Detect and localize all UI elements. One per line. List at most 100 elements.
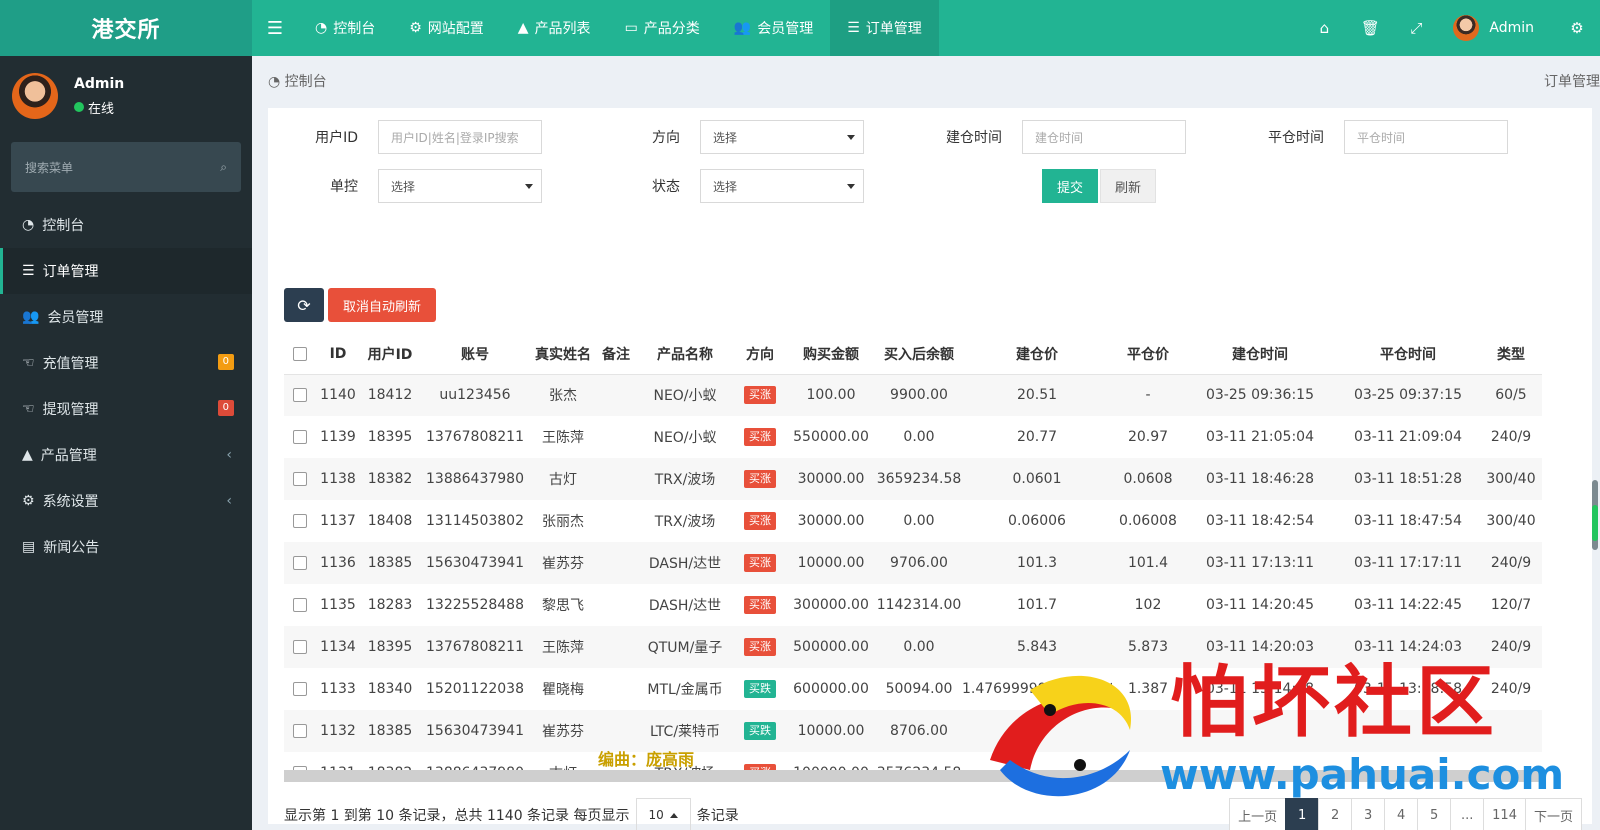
page-size-select[interactable]: 10 (635, 798, 691, 830)
column-header[interactable]: 真实姓名 (530, 334, 596, 375)
column-header[interactable]: 建仓价 (962, 334, 1112, 375)
home-icon[interactable]: ⌂ (1301, 19, 1347, 37)
fullscreen-icon[interactable]: ⤢ (1393, 19, 1439, 37)
column-header[interactable]: 买入后余额 (876, 334, 962, 375)
column-header[interactable]: 建仓时间 (1184, 334, 1336, 375)
table-cell (1480, 710, 1542, 752)
sidebar-item-3[interactable]: ☜ 充值管理 0 (0, 340, 252, 386)
prev-page-button[interactable]: 上一页 (1229, 798, 1287, 830)
sidebar-search-input[interactable]: 搜索菜单 ⌕ (11, 142, 241, 192)
column-header[interactable]: 账号 (420, 334, 530, 375)
submit-button[interactable]: 提交 (1042, 169, 1098, 203)
table-cell: 买涨 (734, 458, 786, 500)
breadcrumb-home[interactable]: ◔ 控制台 (268, 71, 327, 91)
refresh-button[interactable]: 刷新 (1100, 169, 1156, 203)
sidebar-item-1[interactable]: ☰ 订单管理 (0, 248, 252, 294)
table-row[interactable]: 1134 18395 13767808211 王陈萍 QTUM/量子 买涨 500000.0… (284, 626, 1542, 668)
table-row[interactable]: 1140 18412 uu123456 张杰 NEO/小蚁 买涨 100.00 9900.00… (284, 374, 1542, 416)
table-cell: 0.00 (903, 513, 935, 529)
close-time-input[interactable]: 平仓时间 (1344, 120, 1508, 154)
column-header[interactable]: 用户ID (360, 334, 420, 375)
direction-select[interactable]: 选择 (700, 120, 864, 154)
page-button[interactable]: 4 (1384, 798, 1419, 830)
cancel-auto-refresh-button[interactable]: 取消自动刷新 (328, 288, 436, 322)
column-header[interactable]: 类型 (1480, 334, 1542, 375)
column-header[interactable]: 购买金额 (786, 334, 876, 375)
table-cell: 240/9 (1490, 429, 1532, 445)
app-logo[interactable]: 港交所 (0, 0, 252, 56)
row-checkbox[interactable] (293, 430, 307, 444)
header-user-menu[interactable]: Admin (1439, 15, 1554, 41)
page-button[interactable]: 114 (1483, 798, 1526, 830)
close-time-label: 平仓时间 (1268, 130, 1324, 146)
table-row[interactable]: 1132 18385 15630473941 崔苏芬 LTC/莱特币 买跌 10000.00… (284, 710, 1542, 752)
menu-toggle-icon[interactable]: ☰ (252, 18, 298, 39)
column-header[interactable]: 备注 (596, 334, 636, 375)
sidebar-item-5[interactable]: ▲ 产品管理 ‹ (0, 432, 252, 478)
trash-icon[interactable]: 🗑 (1347, 19, 1393, 37)
sidebar-item-0[interactable]: ◔ 控制台 (0, 202, 252, 248)
horizontal-scrollbar[interactable] (284, 770, 1542, 782)
search-icon[interactable]: ⌕ (220, 160, 227, 175)
reload-button[interactable]: ⟳ (284, 288, 324, 322)
open-time-input[interactable]: 建仓时间 (1022, 120, 1186, 154)
status-select[interactable]: 选择 (700, 169, 864, 203)
topnav-item-2[interactable]: ▲ 产品列表 (501, 0, 608, 56)
column-header[interactable]: 平仓时间 (1336, 334, 1480, 375)
row-select-cell (284, 542, 316, 584)
sidebar-item-6[interactable]: ⚙ 系统设置 ‹ (0, 478, 252, 524)
column-header[interactable]: 平仓价 (1112, 334, 1184, 375)
page-button[interactable]: ... (1450, 798, 1485, 830)
next-page-button[interactable]: 下一页 (1524, 798, 1582, 830)
page-button[interactable]: 3 (1351, 798, 1386, 830)
row-checkbox[interactable] (293, 556, 307, 570)
table-cell: 500000.00 (793, 639, 869, 655)
table-cell: NEO/小蚁 (653, 388, 717, 405)
table-cell: 13225528488 (426, 597, 524, 613)
topnav-item-0[interactable]: ◔ 控制台 (298, 0, 392, 56)
table-cell: 张丽杰 (542, 514, 584, 530)
table-cell (596, 416, 636, 458)
column-header[interactable]: 方向 (734, 334, 786, 375)
row-checkbox[interactable] (293, 724, 307, 738)
table-cell: uu123456 (439, 387, 511, 404)
sidebar-item-2[interactable]: 👥 会员管理 (0, 294, 252, 340)
topnav-item-4[interactable]: 👥 会员管理 (717, 0, 830, 56)
topnav-item-1[interactable]: ⚙ 网站配置 (392, 0, 501, 56)
table-row[interactable]: 1139 18395 13767808211 王陈萍 NEO/小蚁 买涨 550000.00… (284, 416, 1542, 458)
row-select-cell (284, 668, 316, 710)
table-row[interactable]: 1135 18283 13225528488 黎思飞 DASH/达世 买涨 300000.0… (284, 584, 1542, 626)
column-header[interactable]: ID (316, 334, 360, 375)
sidebar-item-4[interactable]: ☜ 提现管理 0 (0, 386, 252, 432)
table-cell: 30000.00 (797, 513, 865, 529)
page-button[interactable]: 1 (1285, 798, 1320, 830)
column-header[interactable]: 产品名称 (636, 334, 734, 375)
row-checkbox[interactable] (293, 514, 307, 528)
user-id-input[interactable]: 用户ID|姓名|登录IP搜索 (378, 120, 542, 154)
table-cell: 崔苏芬 (542, 556, 584, 572)
page-scrollbar-thumb[interactable] (1592, 505, 1598, 541)
control-select[interactable]: 选择 (378, 169, 542, 203)
row-checkbox[interactable] (293, 640, 307, 654)
settings-icon[interactable]: ⚙ (1554, 19, 1600, 37)
topnav-item-3[interactable]: ▭ 产品分类 (608, 0, 717, 56)
table-row[interactable]: 1136 18385 15630473941 崔苏芬 DASH/达世 买涨 10000.00… (284, 542, 1542, 584)
select-all-checkbox[interactable] (293, 346, 307, 361)
page-button[interactable]: 2 (1318, 798, 1353, 830)
table-row[interactable]: 1133 18340 15201122038 瞿晓梅 MTL/金属币 买跌 600000.0… (284, 668, 1542, 710)
table-cell: 240/9 (1490, 639, 1532, 655)
page-button[interactable]: 5 (1417, 798, 1452, 830)
table-row[interactable]: 1138 18382 13886437980 古灯 TRX/波场 买涨 30000.00 36… (284, 458, 1542, 500)
row-checkbox[interactable] (293, 388, 307, 403)
gear-icon: ⚙ (409, 20, 422, 36)
topnav-item-5[interactable]: ☰ 订单管理 (830, 0, 939, 56)
row-checkbox[interactable] (293, 598, 307, 612)
row-checkbox[interactable] (293, 472, 307, 486)
table-cell: 18395 (367, 639, 413, 655)
top-right-tools: ⌂ 🗑 ⤢ Admin ⚙ (1301, 0, 1600, 56)
sidebar-item-7[interactable]: ▤ 新闻公告 (0, 524, 252, 570)
table-row[interactable]: 1137 18408 13114503802 张丽杰 TRX/波场 买涨 30000.00 0… (284, 500, 1542, 542)
avatar (1453, 15, 1480, 41)
header-user-name: Admin (1489, 20, 1534, 36)
row-checkbox[interactable] (293, 682, 307, 696)
